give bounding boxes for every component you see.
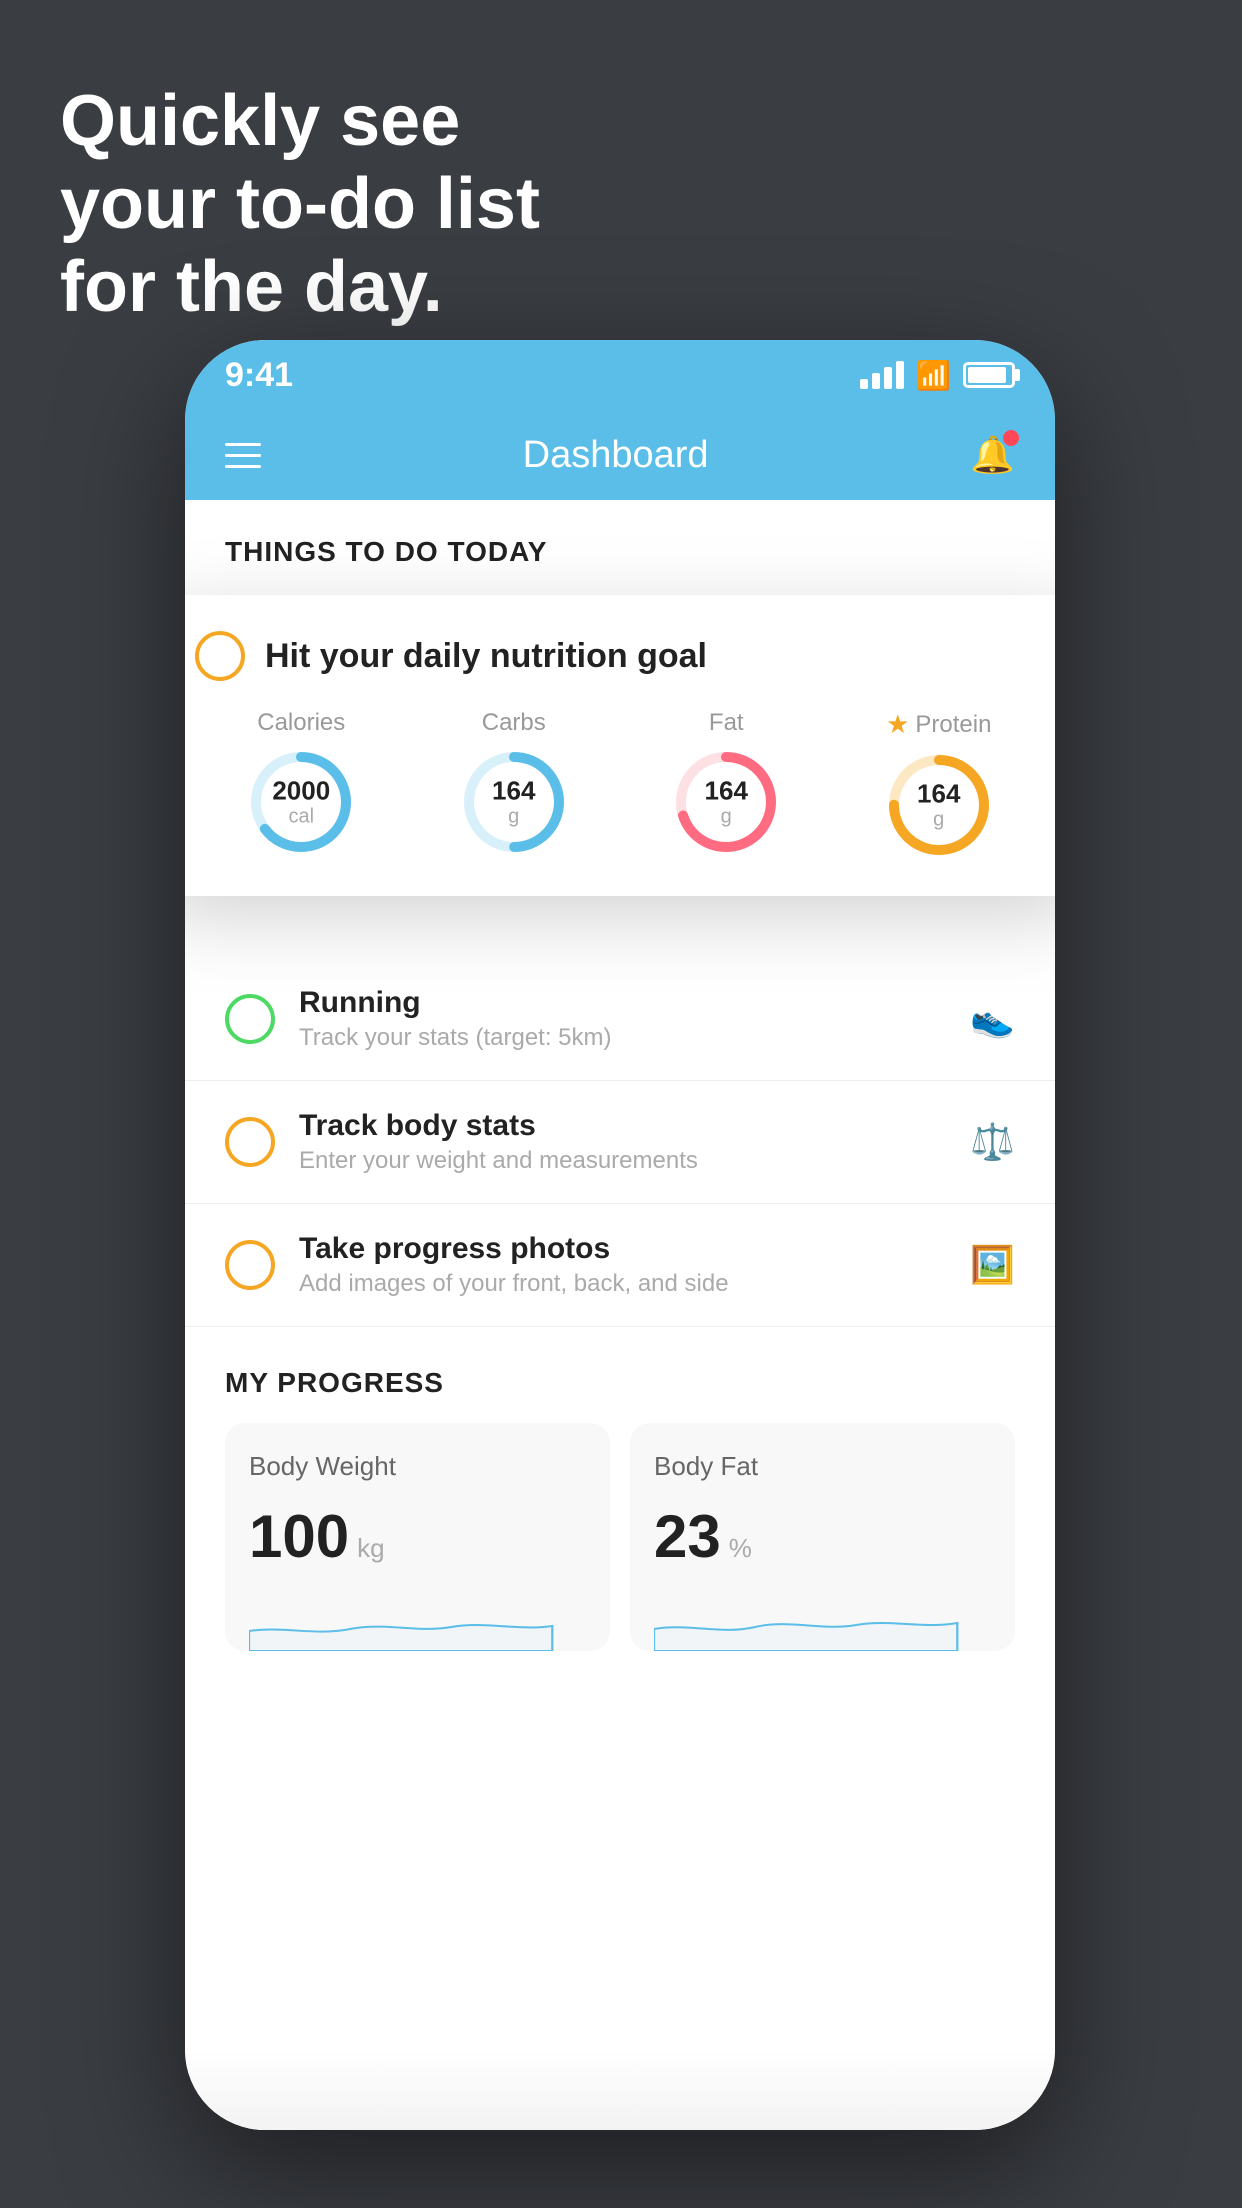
nutrition-checkbox[interactable] — [195, 631, 245, 681]
body-stats-title: Track body stats — [299, 1109, 946, 1143]
photos-title: Take progress photos — [299, 1232, 946, 1266]
fat-unit: g — [705, 805, 748, 827]
status-bar: 9:41 📶 — [185, 340, 1055, 410]
calories-unit: cal — [272, 805, 330, 827]
calories-item: Calories 2000 cal — [246, 709, 356, 857]
person-icon: 🖼️ — [970, 1244, 1015, 1286]
protein-item: ★ Protein 164 g — [884, 709, 994, 860]
running-subtitle: Track your stats (target: 5km) — [299, 1024, 946, 1052]
wifi-icon: 📶 — [916, 359, 951, 392]
phone-mockup: 9:41 📶 Dashboard 🔔 THINGS TO DO TOD — [185, 340, 1055, 2130]
protein-donut: 164 g — [884, 750, 994, 860]
body-weight-number: 100 — [249, 1502, 349, 1571]
main-content: THINGS TO DO TODAY Hit your daily nutrit… — [185, 500, 1055, 2130]
body-weight-label: Body Weight — [249, 1451, 586, 1482]
nutrition-card: Hit your daily nutrition goal Calories 2… — [185, 595, 1055, 896]
hero-line2: your to-do list — [60, 163, 540, 246]
body-fat-number: 23 — [654, 1502, 721, 1571]
shoe-icon: 👟 — [970, 998, 1015, 1040]
carbs-label: Carbs — [482, 709, 546, 737]
hero-line3: for the day. — [60, 246, 540, 329]
hamburger-menu-button[interactable] — [225, 443, 261, 468]
carbs-item: Carbs 164 g — [459, 709, 569, 857]
nutrition-card-title: Hit your daily nutrition goal — [265, 637, 707, 676]
calories-value: 2000 — [272, 777, 330, 806]
protein-label-row: ★ Protein — [886, 709, 991, 740]
hero-text: Quickly see your to-do list for the day. — [60, 80, 540, 328]
running-checkbox[interactable] — [225, 994, 275, 1044]
battery-icon — [963, 362, 1015, 388]
body-fat-chart — [654, 1591, 991, 1651]
bell-icon[interactable]: 🔔 — [970, 434, 1015, 476]
fat-item: Fat 164 g — [671, 709, 781, 857]
running-title: Running — [299, 986, 946, 1020]
fat-value: 164 — [705, 777, 748, 806]
fat-label: Fat — [709, 709, 744, 737]
star-icon: ★ — [886, 709, 909, 740]
things-to-do-header: THINGS TO DO TODAY — [185, 500, 1055, 588]
protein-value: 164 — [917, 780, 960, 809]
fat-donut: 164 g — [671, 747, 781, 857]
body-stats-subtitle: Enter your weight and measurements — [299, 1147, 946, 1175]
body-stats-checkbox[interactable] — [225, 1117, 275, 1167]
body-fat-value-row: 23 % — [654, 1502, 991, 1571]
body-weight-chart — [249, 1591, 586, 1651]
body-fat-unit: % — [729, 1533, 752, 1564]
body-fat-label: Body Fat — [654, 1451, 991, 1482]
todo-list: Running Track your stats (target: 5km) 👟… — [185, 958, 1055, 1327]
protein-unit: g — [917, 808, 960, 830]
todo-item-photos[interactable]: Take progress photos Add images of your … — [185, 1204, 1055, 1327]
hero-line1: Quickly see — [60, 80, 540, 163]
protein-label: Protein — [915, 711, 991, 739]
status-icons: 📶 — [860, 359, 1015, 392]
calories-donut: 2000 cal — [246, 747, 356, 857]
carbs-unit: g — [492, 805, 535, 827]
app-header: Dashboard 🔔 — [185, 410, 1055, 500]
signal-icon — [860, 361, 904, 389]
progress-section: MY PROGRESS Body Weight 100 kg — [185, 1327, 1055, 1651]
progress-title: MY PROGRESS — [225, 1367, 1015, 1399]
body-fat-card[interactable]: Body Fat 23 % — [630, 1423, 1015, 1651]
todo-item-body-stats[interactable]: Track body stats Enter your weight and m… — [185, 1081, 1055, 1204]
photos-subtitle: Add images of your front, back, and side — [299, 1270, 946, 1298]
todo-item-running[interactable]: Running Track your stats (target: 5km) 👟 — [185, 958, 1055, 1081]
calories-label: Calories — [257, 709, 345, 737]
header-title: Dashboard — [523, 434, 709, 477]
carbs-value: 164 — [492, 777, 535, 806]
body-weight-value-row: 100 kg — [249, 1502, 586, 1571]
bottom-fade — [185, 2050, 1055, 2130]
status-time: 9:41 — [225, 356, 293, 395]
notification-badge — [1003, 430, 1019, 446]
body-weight-card[interactable]: Body Weight 100 kg — [225, 1423, 610, 1651]
scale-icon: ⚖️ — [970, 1121, 1015, 1163]
carbs-donut: 164 g — [459, 747, 569, 857]
photos-checkbox[interactable] — [225, 1240, 275, 1290]
body-weight-unit: kg — [357, 1533, 384, 1564]
nutrition-row: Calories 2000 cal Carbs — [195, 709, 1045, 860]
progress-cards: Body Weight 100 kg Body Fat 23 — [225, 1423, 1015, 1651]
